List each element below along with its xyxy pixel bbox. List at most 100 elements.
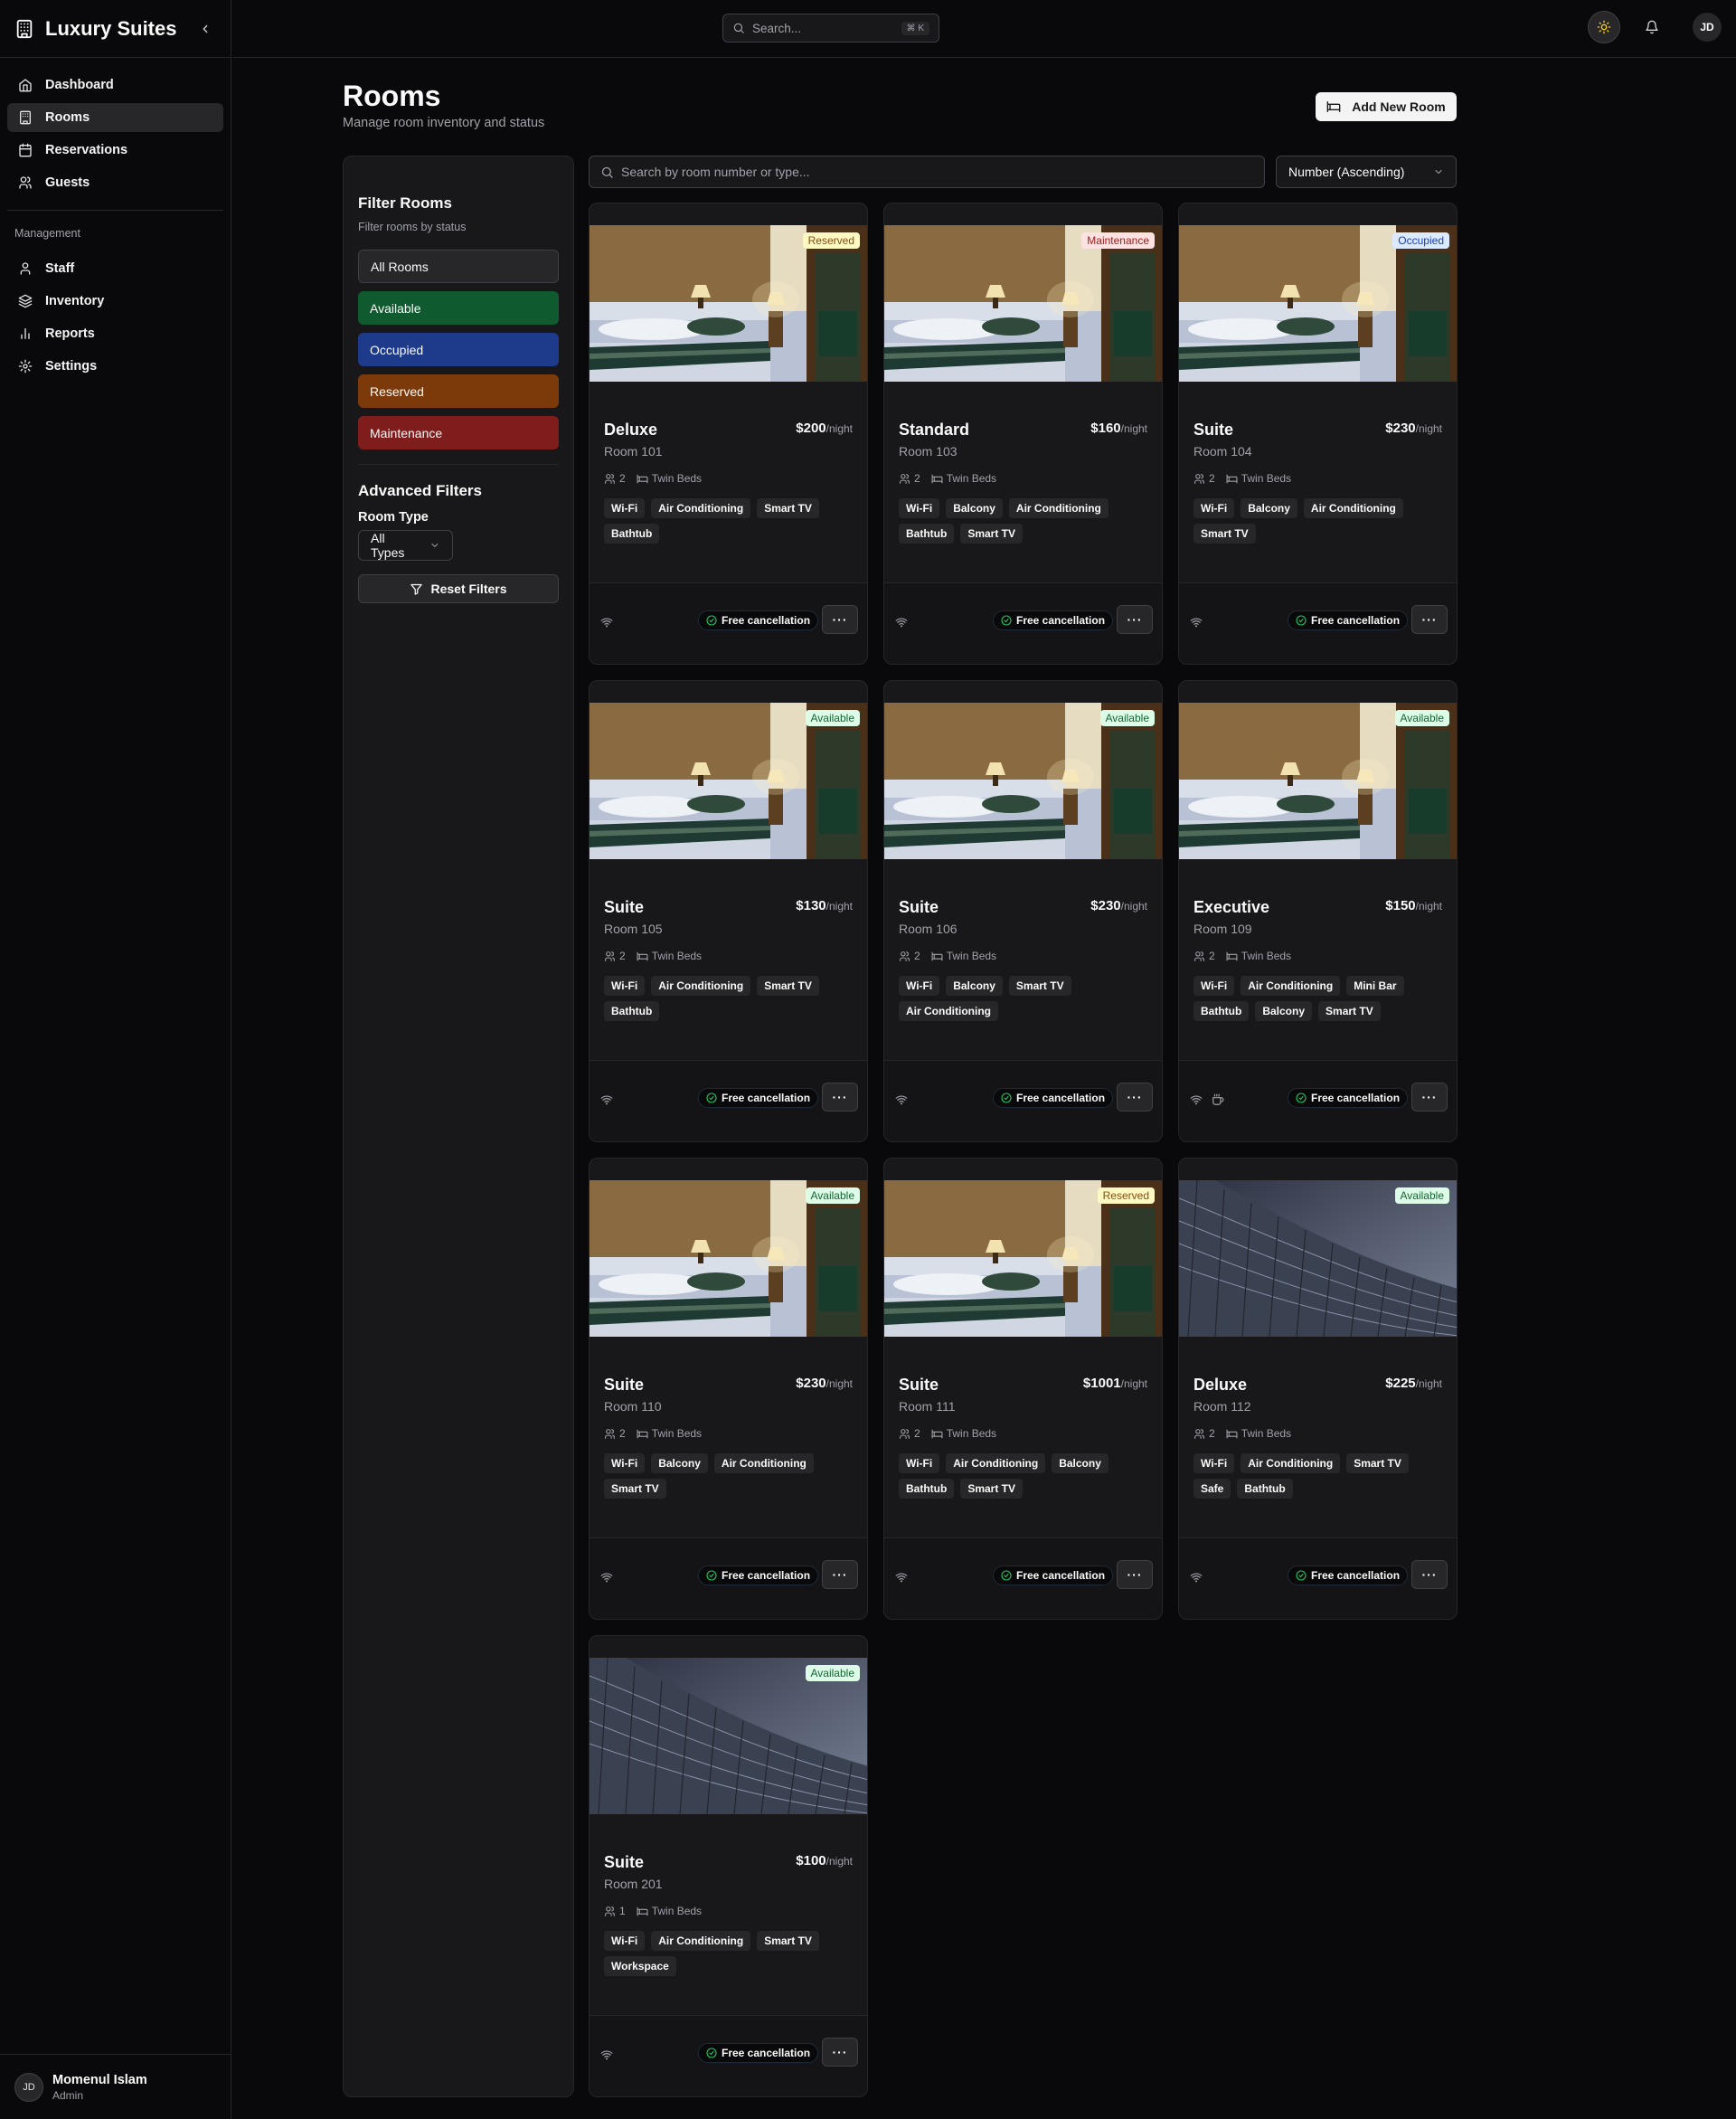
filter-available-button[interactable]: Available xyxy=(358,291,559,325)
price-value: $230 xyxy=(1385,421,1416,436)
reset-filters-button[interactable]: Reset Filters xyxy=(358,574,559,603)
amenity-tag: Air Conditioning xyxy=(651,976,751,996)
sidebar-item-guests[interactable]: Guests xyxy=(7,168,223,197)
notifications-button[interactable] xyxy=(1637,12,1667,43)
room-card[interactable]: Reserved Deluxe $200/night Room 101 2 Tw… xyxy=(589,203,868,665)
more-options-button[interactable]: ··· xyxy=(1411,1560,1448,1589)
sidebar-item-inventory[interactable]: Inventory xyxy=(7,287,223,316)
bed-icon xyxy=(637,951,648,960)
room-search-input[interactable]: Search by room number or type... xyxy=(589,156,1265,188)
free-cancellation-label: Free cancellation xyxy=(722,1569,811,1582)
reset-filters-label: Reset Filters xyxy=(430,582,507,596)
sidebar-item-dashboard[interactable]: Dashboard xyxy=(7,71,223,99)
filter-maintenance-button[interactable]: Maintenance xyxy=(358,416,559,449)
amenity-icons xyxy=(895,616,908,629)
free-cancellation-badge: Free cancellation xyxy=(698,1566,819,1585)
room-type: Suite xyxy=(1194,421,1234,439)
collapse-sidebar-button[interactable] xyxy=(194,18,216,40)
card-footer: Free cancellation ··· xyxy=(590,2015,867,2096)
room-card[interactable]: Available Suite $100/night Room 201 1 Tw… xyxy=(589,1635,868,2097)
amenity-tag: Smart TV xyxy=(1008,976,1071,996)
free-cancellation-label: Free cancellation xyxy=(1311,1092,1401,1104)
sidebar-item-rooms[interactable]: Rooms xyxy=(7,103,223,132)
amenity-tag: Smart TV xyxy=(757,1931,819,1951)
sidebar-nav: Dashboard Rooms Reservations Guests Mana… xyxy=(0,58,231,381)
room-card[interactable]: Available Suite $230/night Room 110 2 Tw… xyxy=(589,1158,868,1620)
card-footer: Free cancellation ··· xyxy=(884,1537,1162,1619)
guest-count: 2 xyxy=(1209,472,1215,485)
room-type-select[interactable]: All Types xyxy=(358,530,453,561)
room-card[interactable]: Reserved Suite $1001/night Room 111 2 Tw… xyxy=(883,1158,1163,1620)
room-card[interactable]: Available Deluxe $225/night Room 112 2 T… xyxy=(1178,1158,1458,1620)
wifi-icon xyxy=(600,1095,613,1105)
global-search-input[interactable]: Search... ⌘ K xyxy=(722,14,939,43)
avatar[interactable]: JD xyxy=(1693,13,1722,42)
room-card[interactable]: Available Suite $130/night Room 105 2 Tw… xyxy=(589,680,868,1142)
room-card[interactable]: Occupied Suite $230/night Room 104 2 Twi… xyxy=(1178,203,1458,665)
room-type: Suite xyxy=(604,1853,645,1871)
amenity-tag: Wi-Fi xyxy=(604,1453,646,1473)
room-card[interactable]: Maintenance Standard $160/night Room 103… xyxy=(883,203,1163,665)
wifi-icon xyxy=(895,618,908,628)
sort-select[interactable]: Number (Ascending) xyxy=(1276,156,1457,188)
filter-icon xyxy=(410,583,423,595)
more-options-button[interactable]: ··· xyxy=(1411,605,1448,634)
more-options-button[interactable]: ··· xyxy=(822,605,858,634)
price-unit: /night xyxy=(826,422,853,435)
check-circle-icon xyxy=(706,1093,717,1103)
amenity-tag: Balcony xyxy=(1255,1001,1313,1021)
room-number: Room 109 xyxy=(1194,922,1252,936)
amenity-icons xyxy=(600,1093,613,1106)
more-options-button[interactable]: ··· xyxy=(822,1083,858,1112)
room-price: $230/night xyxy=(1385,421,1442,436)
room-number: Room 104 xyxy=(1194,444,1252,459)
room-type: Deluxe xyxy=(604,421,658,439)
more-options-button[interactable]: ··· xyxy=(822,1560,858,1589)
room-number: Room 103 xyxy=(899,444,958,459)
room-card[interactable]: Available Executive $150/night Room 109 … xyxy=(1178,680,1458,1142)
calendar-icon xyxy=(19,143,32,157)
more-options-button[interactable]: ··· xyxy=(1117,605,1153,634)
sidebar-item-reports[interactable]: Reports xyxy=(7,319,223,348)
theme-toggle-button[interactable] xyxy=(1588,11,1620,43)
sidebar-item-settings[interactable]: Settings xyxy=(7,352,223,381)
brand: Luxury Suites xyxy=(0,0,231,58)
user-profile[interactable]: JD Momenul Islam Admin xyxy=(0,2054,231,2119)
more-options-button[interactable]: ··· xyxy=(1117,1560,1153,1589)
room-number: Room 106 xyxy=(899,922,958,936)
room-search-placeholder: Search by room number or type... xyxy=(621,165,810,179)
amenity-tag: Smart TV xyxy=(1194,524,1256,544)
amenity-tag: Balcony xyxy=(946,976,1003,996)
coffee-icon xyxy=(1212,1093,1224,1105)
filter-reserved-button[interactable]: Reserved xyxy=(358,374,559,408)
more-options-button[interactable]: ··· xyxy=(1411,1083,1448,1112)
amenity-tag: Smart TV xyxy=(1318,1001,1381,1021)
price-value: $1001 xyxy=(1082,1376,1121,1391)
wifi-icon xyxy=(1190,1095,1203,1105)
room-price: $1001/night xyxy=(1083,1376,1147,1391)
amenity-tag: Bathtub xyxy=(899,524,955,544)
amenity-icons xyxy=(1190,1093,1224,1106)
amenity-list: Wi-Fi Air Conditioning Balcony Bathtub Smart… xyxy=(899,1453,1152,1499)
filter-occupied-button[interactable]: Occupied xyxy=(358,333,559,366)
more-options-button[interactable]: ··· xyxy=(822,2038,858,2067)
amenity-tag: Balcony xyxy=(946,498,1003,518)
chevron-down-icon xyxy=(431,544,439,548)
add-room-button[interactable]: Add New Room xyxy=(1316,92,1457,121)
room-card[interactable]: Available Suite $230/night Room 106 2 Tw… xyxy=(883,680,1163,1142)
more-options-button[interactable]: ··· xyxy=(1117,1083,1153,1112)
price-value: $200 xyxy=(796,421,826,436)
sidebar-item-reservations[interactable]: Reservations xyxy=(7,136,223,165)
bed-type: Twin Beds xyxy=(946,1427,997,1440)
guest-count: 2 xyxy=(1209,950,1215,962)
amenity-list: Wi-Fi Air Conditioning Smart TV Bathtub xyxy=(604,976,857,1021)
sidebar-item-staff[interactable]: Staff xyxy=(7,254,223,283)
layers-icon xyxy=(18,294,33,308)
free-cancellation-badge: Free cancellation xyxy=(993,1566,1114,1585)
users-icon xyxy=(900,951,910,961)
status-badge: Available xyxy=(1394,1187,1449,1204)
room-number: Room 112 xyxy=(1194,1399,1251,1414)
sidebar-item-label: Reports xyxy=(45,326,95,341)
amenity-list: Wi-Fi Air Conditioning Smart TV Safe Bathtub xyxy=(1194,1453,1447,1499)
filter-all-rooms-button[interactable]: All Rooms xyxy=(358,250,559,283)
